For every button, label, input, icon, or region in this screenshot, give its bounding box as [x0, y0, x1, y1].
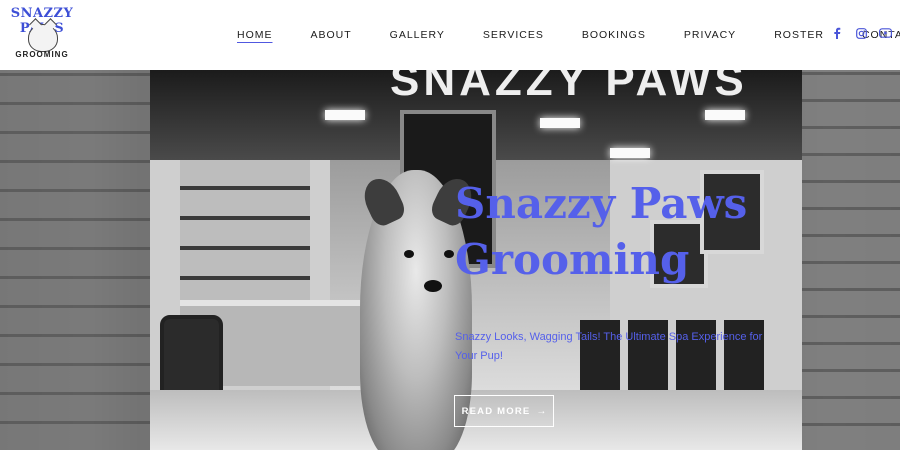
product-shelf [180, 160, 310, 310]
site-header: SNAZZY PAWS GROOMING HOME ABOUT GALLERY … [0, 0, 900, 70]
read-more-label: READ MORE [461, 405, 531, 417]
ceiling-light [540, 118, 580, 128]
nav-about[interactable]: ABOUT [292, 27, 371, 43]
hero-section: SNAZZY PAWS Snazzy Paws Grooming Snazzy … [0, 70, 900, 450]
social-links [830, 26, 892, 40]
nav-privacy[interactable]: PRIVACY [665, 27, 755, 43]
dog-nose [424, 280, 442, 292]
nav-gallery[interactable]: GALLERY [371, 27, 464, 43]
read-more-button[interactable]: READ MORE → [454, 395, 554, 427]
nav-services[interactable]: SERVICES [464, 27, 563, 43]
youtube-icon[interactable] [878, 26, 892, 40]
facebook-icon[interactable] [830, 26, 844, 40]
brand-logo[interactable]: SNAZZY PAWS GROOMING [8, 6, 76, 62]
hero-subtitle: Snazzy Looks, Wagging Tails! The Ultimat… [455, 331, 763, 362]
main-nav: HOME ABOUT GALLERY SERVICES BOOKINGS PRI… [218, 27, 900, 43]
ceiling-light [705, 110, 745, 120]
nav-bookings[interactable]: BOOKINGS [563, 27, 665, 43]
stone-wall-right [802, 70, 900, 450]
instagram-icon[interactable] [854, 26, 868, 40]
logo-dog-illustration [28, 24, 58, 52]
nav-home[interactable]: HOME [218, 27, 292, 43]
ceiling-light [325, 110, 365, 120]
ceiling-light [610, 148, 650, 158]
hero-title: Snazzy Paws Grooming [455, 179, 748, 284]
logo-bottom-text: GROOMING [15, 50, 69, 59]
shop-sign: SNAZZY PAWS [390, 70, 748, 105]
dog-eye [444, 250, 454, 258]
dog-eye [404, 250, 414, 258]
arrow-right-icon: → [536, 405, 547, 417]
stone-wall-left [0, 70, 150, 450]
